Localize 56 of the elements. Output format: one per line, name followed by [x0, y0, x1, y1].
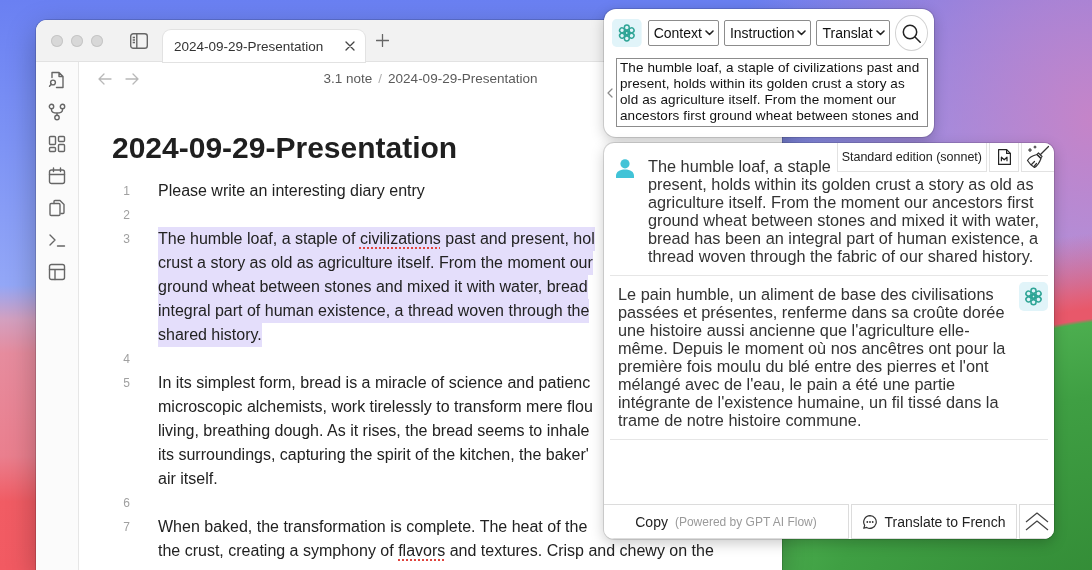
line-number: 2 — [122, 207, 130, 224]
text-line: air itself. — [158, 469, 218, 489]
plus-icon[interactable] — [376, 34, 389, 47]
broom-icon — [1026, 145, 1050, 169]
line-number: 3 — [122, 231, 130, 248]
copy-icon[interactable] — [48, 199, 66, 217]
close-icon[interactable] — [345, 41, 355, 51]
calendar-icon[interactable] — [48, 167, 66, 185]
collapse-button[interactable] — [1019, 504, 1054, 539]
note-title: 2024-09-29-Presentation — [112, 130, 458, 166]
search-icon — [901, 23, 921, 43]
line-number: 7 — [122, 519, 130, 536]
dropdown[interactable]: Context — [647, 20, 719, 46]
chevron-down-icon — [875, 30, 885, 36]
text-line: the crust, creating a symphony of flavors and textures. Crisp and chewy on the — [158, 541, 714, 561]
document-search-icon[interactable] — [48, 71, 66, 89]
model-label: Standard edition (sonnet) — [836, 143, 987, 172]
chevron-down-icon — [704, 30, 714, 36]
text-line: living, breathing dough. As it rises, the bread seems to inhale — [158, 421, 590, 441]
text-line: its surroundings, capturing the spirit of the kitchen, the baker' — [158, 445, 589, 465]
message-text: present, holds within its golden crust a story as old as agriculture itself. From the moment our ancestors first ground wheat between stones and mixed it with water, bread has been an integral part of human existence, a thread woven through the fabric of our shared history. — [648, 175, 1039, 265]
dropdown[interactable]: Translat — [816, 20, 890, 46]
message-text: The humble loaf, a staple — [648, 157, 831, 175]
chevron-down-icon — [797, 30, 807, 36]
text-line: Please write an interesting diary entry — [158, 181, 425, 201]
breadcrumb-separator: / — [378, 71, 383, 86]
text-line: microscopic alchemists, work tirelessly to transform mere flou — [158, 397, 593, 417]
line-number: 1 — [122, 183, 130, 200]
tab[interactable]: 2024-09-29-Presentation — [163, 30, 365, 62]
flower-logo-icon — [612, 18, 642, 48]
document-icon — [997, 149, 1011, 165]
powered-by-text: (Powered by GPT AI Flow) — [674, 513, 817, 531]
chevron-left-icon[interactable] — [607, 87, 613, 98]
document-button[interactable] — [989, 143, 1019, 172]
flower-logo-icon — [1019, 282, 1048, 311]
layout-icon[interactable] — [48, 263, 66, 281]
line-number: 5 — [122, 375, 130, 392]
dropdown[interactable]: Instruction — [723, 20, 812, 46]
message-text: Le pain humble, un aliment de base des civilisations passées et présentes, renferme dans sa croûte dorée une histoire aussi ancienne que l'agriculture elle- même. Depuis le moment où nos ancêtres ont pour la première fois moulu du blé entre des pierres et l'ont mélangé avec de l'eau, le pain a été une partie intégrante de l'existence humaine, un fil tissé dans la trame de notre histoire commune. — [618, 285, 1007, 429]
graph-icon[interactable] — [48, 103, 66, 121]
breadcrumb-note: 2024-09-29-Presentation — [388, 71, 538, 86]
translate-button[interactable]: Translate to French — [851, 504, 1017, 539]
breadcrumb-folder[interactable]: 3.1 note — [323, 71, 373, 86]
search-button[interactable] — [894, 15, 928, 51]
prompt-field[interactable]: The humble loaf, a staple of civilizations past and present, holds within its golden crust a story as old as agriculture itself. From the moment our ancestors first ground wheat between stones and — [616, 58, 928, 127]
line-number: 4 — [122, 351, 130, 368]
copy-button[interactable]: Copy (Powered by GPT AI Flow) — [604, 504, 849, 539]
sidebar-toggle-icon[interactable] — [130, 32, 148, 49]
user-avatar-icon — [616, 159, 634, 178]
broom-button[interactable] — [1021, 143, 1054, 172]
chat-bubble-icon — [862, 514, 877, 529]
text-line: In its simplest form, bread is a miracle of science and patienc — [158, 373, 591, 393]
line-number: 6 — [122, 495, 130, 512]
double-chevron-up-icon — [1025, 512, 1049, 531]
text-line: When baked, the transformation is complete. The heat of the — [158, 517, 588, 537]
grid-icon[interactable] — [48, 135, 66, 153]
